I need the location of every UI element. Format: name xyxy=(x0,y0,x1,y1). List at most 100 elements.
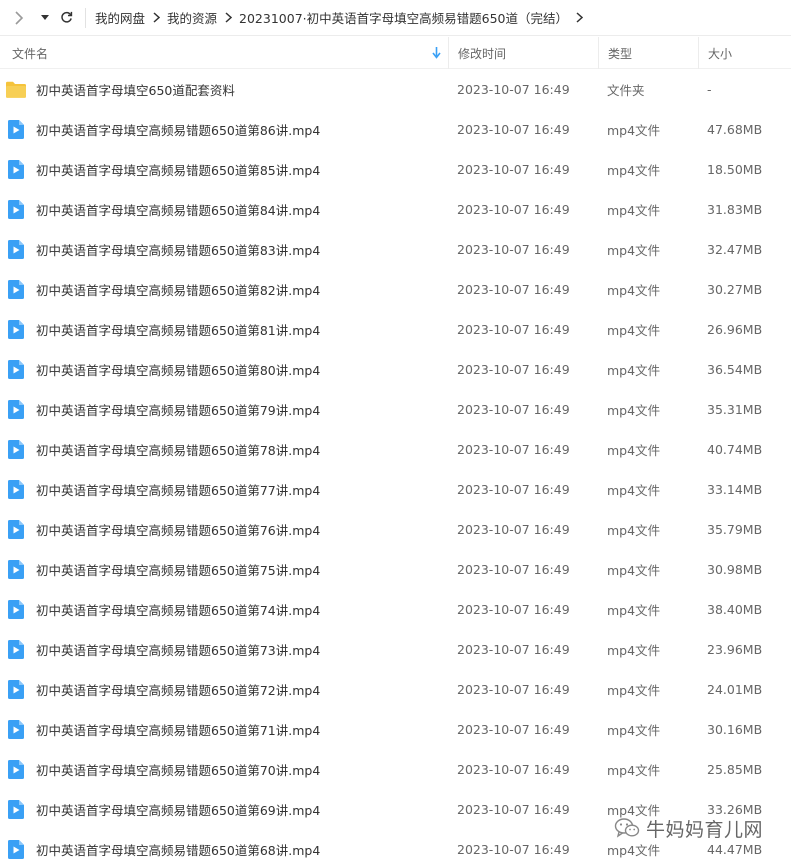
file-name[interactable]: 初中英语首字母填空高频易错题650道第86讲.mp4 xyxy=(36,109,320,149)
file-name[interactable]: 初中英语首字母填空高频易错题650道第81讲.mp4 xyxy=(36,309,320,349)
file-name[interactable]: 初中英语首字母填空高频易错题650道第80讲.mp4 xyxy=(36,349,320,389)
file-modified-time: 2023-10-07 16:49 xyxy=(457,81,570,97)
history-dropdown-button[interactable] xyxy=(38,0,52,36)
video-file-icon xyxy=(6,149,26,189)
file-name[interactable]: 初中英语首字母填空高频易错题650道第79讲.mp4 xyxy=(36,389,320,429)
file-type: mp4文件 xyxy=(607,362,661,378)
video-file-icon xyxy=(6,349,26,389)
file-modified-time: 2023-10-07 16:49 xyxy=(457,761,570,777)
caret-down-icon xyxy=(41,14,49,20)
refresh-button[interactable] xyxy=(52,0,80,36)
file-browser: 我的网盘 我的资源 20231007·初中英语首字母填空高频易错题650道（完结… xyxy=(0,0,791,860)
breadcrumb-item-my-drive[interactable]: 我的网盘 xyxy=(95,8,145,27)
column-header-type[interactable]: 类型 xyxy=(598,37,698,69)
column-header-name-label: 文件名 xyxy=(12,46,49,61)
video-file-icon xyxy=(6,469,26,509)
file-type: mp4文件 xyxy=(607,602,661,618)
file-name[interactable]: 初中英语首字母填空高频易错题650道第68讲.mp4 xyxy=(36,829,320,860)
navigation-bar: 我的网盘 我的资源 20231007·初中英语首字母填空高频易错题650道（完结… xyxy=(0,0,791,36)
table-row[interactable]: 初中英语首字母填空高频易错题650道第86讲.mp4 2023-10-07 16:… xyxy=(0,109,791,149)
file-size: 33.14MB xyxy=(707,481,763,497)
table-row[interactable]: 初中英语首字母填空高频易错题650道第81讲.mp4 2023-10-07 16:… xyxy=(0,309,791,349)
table-row[interactable]: 初中英语首字母填空高频易错题650道第70讲.mp4 2023-10-07 16:… xyxy=(0,749,791,789)
file-modified-time: 2023-10-07 16:49 xyxy=(457,681,570,697)
file-modified-time: 2023-10-07 16:49 xyxy=(457,481,570,497)
video-file-icon xyxy=(6,589,26,629)
file-modified-time: 2023-10-07 16:49 xyxy=(457,401,570,417)
file-name[interactable]: 初中英语首字母填空高频易错题650道第71讲.mp4 xyxy=(36,709,320,749)
column-header-modified-time-label: 修改时间 xyxy=(458,46,507,61)
file-modified-time: 2023-10-07 16:49 xyxy=(457,641,570,657)
breadcrumb-item-current-folder[interactable]: 20231007·初中英语首字母填空高频易错题650道（完结） xyxy=(239,8,568,27)
column-header-size-label: 大小 xyxy=(708,46,733,61)
file-name[interactable]: 初中英语首字母填空650道配套资料 xyxy=(36,69,235,109)
table-row[interactable]: 初中英语首字母填空高频易错题650道第73讲.mp4 2023-10-07 16:… xyxy=(0,629,791,669)
file-modified-time: 2023-10-07 16:49 xyxy=(457,561,570,577)
table-row[interactable]: 初中英语首字母填空高频易错题650道第80讲.mp4 2023-10-07 16:… xyxy=(0,349,791,389)
file-name[interactable]: 初中英语首字母填空高频易错题650道第72讲.mp4 xyxy=(36,669,320,709)
file-name[interactable]: 初中英语首字母填空高频易错题650道第77讲.mp4 xyxy=(36,469,320,509)
file-name[interactable]: 初中英语首字母填空高频易错题650道第78讲.mp4 xyxy=(36,429,320,469)
back-button[interactable] xyxy=(0,0,38,36)
file-modified-time: 2023-10-07 16:49 xyxy=(457,521,570,537)
file-modified-time: 2023-10-07 16:49 xyxy=(457,201,570,217)
video-file-icon xyxy=(6,789,26,829)
file-type: mp4文件 xyxy=(607,282,661,298)
nav-divider xyxy=(85,7,86,28)
table-row[interactable]: 初中英语首字母填空高频易错题650道第84讲.mp4 2023-10-07 16:… xyxy=(0,189,791,229)
file-size: 36.54MB xyxy=(707,361,763,377)
file-size: 35.79MB xyxy=(707,521,763,537)
video-file-icon xyxy=(6,269,26,309)
file-name[interactable]: 初中英语首字母填空高频易错题650道第85讲.mp4 xyxy=(36,149,320,189)
video-file-icon xyxy=(6,389,26,429)
file-list: 初中英语首字母填空650道配套资料 2023-10-07 16:49 文件夹 - 初中英… xyxy=(0,69,791,860)
file-name[interactable]: 初中英语首字母填空高频易错题650道第82讲.mp4 xyxy=(36,269,320,309)
file-name[interactable]: 初中英语首字母填空高频易错题650道第84讲.mp4 xyxy=(36,189,320,229)
table-row[interactable]: 初中英语首字母填空高频易错题650道第82讲.mp4 2023-10-07 16:… xyxy=(0,269,791,309)
folder-icon xyxy=(6,69,26,109)
wechat-icon xyxy=(614,818,640,838)
table-row[interactable]: 初中英语首字母填空高频易错题650道第75讲.mp4 2023-10-07 16:… xyxy=(0,549,791,589)
file-type: mp4文件 xyxy=(607,322,661,338)
table-row[interactable]: 初中英语首字母填空高频易错题650道第72讲.mp4 2023-10-07 16:… xyxy=(0,669,791,709)
table-row[interactable]: 初中英语首字母填空高频易错题650道第83讲.mp4 2023-10-07 16:… xyxy=(0,229,791,269)
breadcrumb-item-my-resources[interactable]: 我的资源 xyxy=(167,8,217,27)
file-modified-time: 2023-10-07 16:49 xyxy=(457,121,570,137)
table-row[interactable]: 初中英语首字母填空高频易错题650道第85讲.mp4 2023-10-07 16:… xyxy=(0,149,791,189)
file-type: mp4文件 xyxy=(607,642,661,658)
table-row[interactable]: 初中英语首字母填空高频易错题650道第78讲.mp4 2023-10-07 16:… xyxy=(0,429,791,469)
table-row[interactable]: 初中英语首字母填空650道配套资料 2023-10-07 16:49 文件夹 - xyxy=(0,69,791,109)
file-modified-time: 2023-10-07 16:49 xyxy=(457,161,570,177)
file-size: 18.50MB xyxy=(707,161,763,177)
column-header-name[interactable]: 文件名 xyxy=(0,37,448,69)
file-size: 23.96MB xyxy=(707,641,763,657)
sort-descending-icon[interactable] xyxy=(432,46,441,59)
table-row[interactable]: 初中英语首字母填空高频易错题650道第76讲.mp4 2023-10-07 16:… xyxy=(0,509,791,549)
chevron-right-icon[interactable] xyxy=(568,12,590,23)
column-header-size[interactable]: 大小 xyxy=(698,37,791,69)
chevron-right-icon xyxy=(145,12,167,23)
file-type: 文件夹 xyxy=(607,82,645,98)
video-file-icon xyxy=(6,509,26,549)
file-name[interactable]: 初中英语首字母填空高频易错题650道第69讲.mp4 xyxy=(36,789,320,829)
file-size: 25.85MB xyxy=(707,761,763,777)
column-header: 文件名 修改时间 类型 大小 xyxy=(0,37,791,69)
file-name[interactable]: 初中英语首字母填空高频易错题650道第73讲.mp4 xyxy=(36,629,320,669)
chevron-right-icon xyxy=(15,10,24,25)
video-file-icon xyxy=(6,229,26,269)
file-name[interactable]: 初中英语首字母填空高频易错题650道第75讲.mp4 xyxy=(36,549,320,589)
file-name[interactable]: 初中英语首字母填空高频易错题650道第76讲.mp4 xyxy=(36,509,320,549)
file-modified-time: 2023-10-07 16:49 xyxy=(457,841,570,857)
table-row[interactable]: 初中英语首字母填空高频易错题650道第79讲.mp4 2023-10-07 16:… xyxy=(0,389,791,429)
column-header-modified-time[interactable]: 修改时间 xyxy=(448,37,598,69)
file-name[interactable]: 初中英语首字母填空高频易错题650道第83讲.mp4 xyxy=(36,229,320,269)
file-name[interactable]: 初中英语首字母填空高频易错题650道第74讲.mp4 xyxy=(36,589,320,629)
breadcrumb: 我的网盘 我的资源 20231007·初中英语首字母填空高频易错题650道（完结… xyxy=(95,0,590,36)
table-row[interactable]: 初中英语首字母填空高频易错题650道第71讲.mp4 2023-10-07 16:… xyxy=(0,709,791,749)
table-row[interactable]: 初中英语首字母填空高频易错题650道第74讲.mp4 2023-10-07 16:… xyxy=(0,589,791,629)
file-modified-time: 2023-10-07 16:49 xyxy=(457,321,570,337)
video-file-icon xyxy=(6,669,26,709)
table-row[interactable]: 初中英语首字母填空高频易错题650道第77讲.mp4 2023-10-07 16:… xyxy=(0,469,791,509)
file-name[interactable]: 初中英语首字母填空高频易错题650道第70讲.mp4 xyxy=(36,749,320,789)
file-size: 30.16MB xyxy=(707,721,763,737)
